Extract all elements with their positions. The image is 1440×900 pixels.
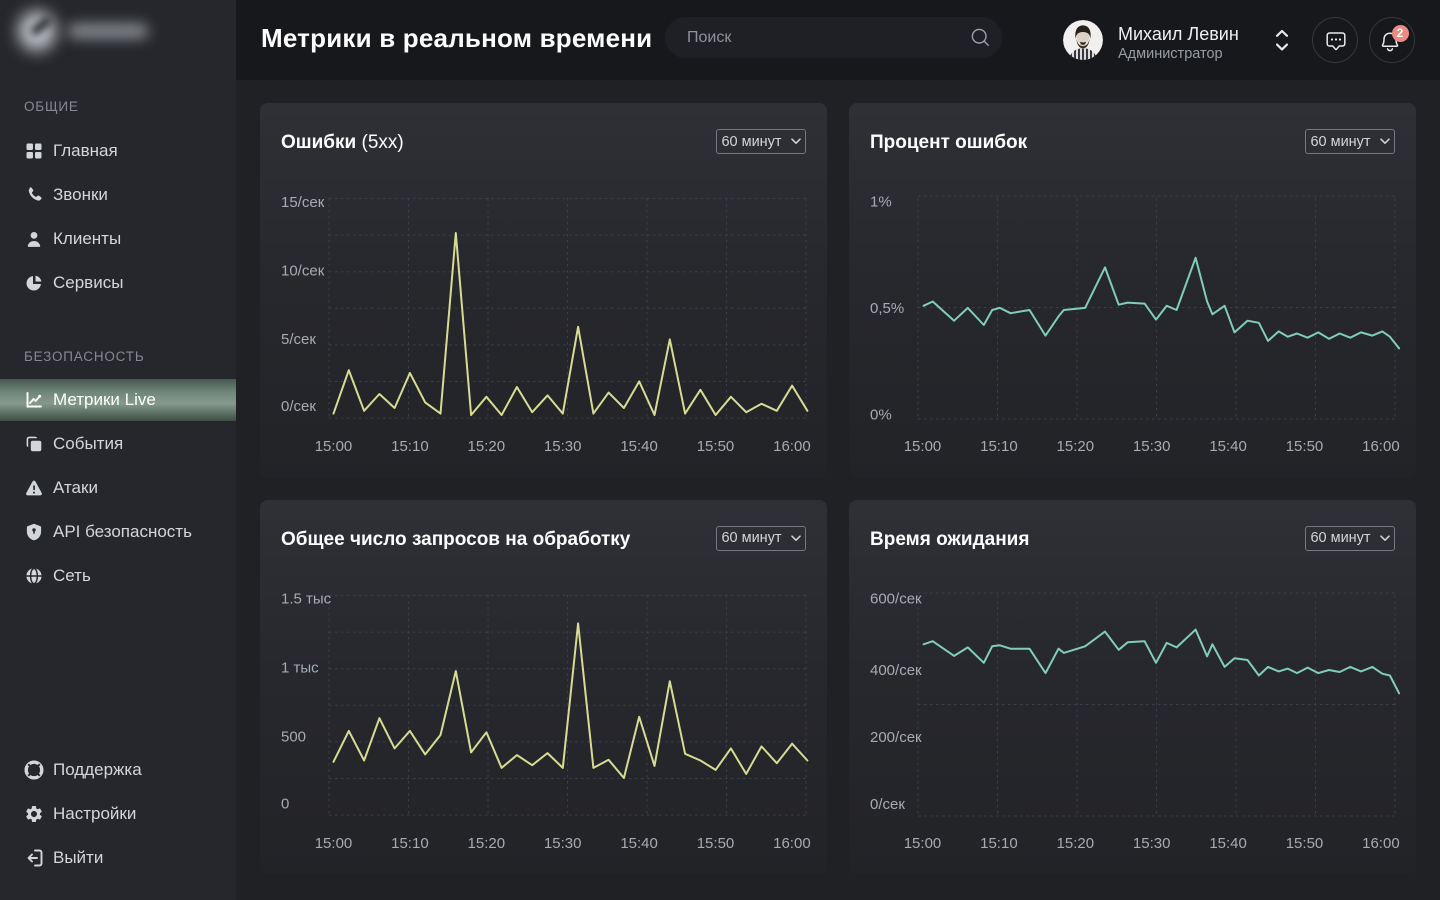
svg-text:600/сек: 600/сек xyxy=(870,590,922,607)
svg-text:15:50: 15:50 xyxy=(1286,835,1324,852)
svg-text:15:30: 15:30 xyxy=(1133,835,1171,852)
svg-text:15/сек: 15/сек xyxy=(281,194,325,211)
svg-text:15:10: 15:10 xyxy=(391,835,429,852)
svg-text:15:50: 15:50 xyxy=(697,438,735,455)
svg-text:15:20: 15:20 xyxy=(1057,438,1095,455)
svg-text:15:40: 15:40 xyxy=(620,835,658,852)
svg-text:15:10: 15:10 xyxy=(980,438,1018,455)
svg-text:15:50: 15:50 xyxy=(697,835,735,852)
svg-text:15:20: 15:20 xyxy=(468,835,506,852)
svg-text:16:00: 16:00 xyxy=(1362,438,1400,455)
svg-text:15:00: 15:00 xyxy=(904,438,942,455)
svg-text:15:10: 15:10 xyxy=(980,835,1018,852)
svg-text:15:30: 15:30 xyxy=(1133,438,1171,455)
svg-text:16:00: 16:00 xyxy=(773,438,811,455)
svg-text:15:30: 15:30 xyxy=(544,438,582,455)
svg-text:16:00: 16:00 xyxy=(773,835,811,852)
svg-text:500: 500 xyxy=(281,728,306,745)
svg-text:15:50: 15:50 xyxy=(1286,438,1324,455)
svg-text:15:40: 15:40 xyxy=(620,438,658,455)
svg-text:0/сек: 0/сек xyxy=(870,795,905,812)
svg-text:15:00: 15:00 xyxy=(904,835,942,852)
svg-text:15:40: 15:40 xyxy=(1209,835,1247,852)
svg-text:1%: 1% xyxy=(870,193,892,210)
svg-text:0/сек: 0/сек xyxy=(281,398,316,415)
svg-text:15:00: 15:00 xyxy=(315,835,353,852)
svg-text:1.5 тыс: 1.5 тыс xyxy=(281,590,332,607)
svg-text:0%: 0% xyxy=(870,407,892,424)
svg-text:15:40: 15:40 xyxy=(1209,438,1247,455)
svg-text:0,5%: 0,5% xyxy=(870,300,904,317)
svg-text:15:30: 15:30 xyxy=(544,835,582,852)
svg-text:15:10: 15:10 xyxy=(391,438,429,455)
svg-text:10/сек: 10/сек xyxy=(281,262,325,279)
svg-text:15:20: 15:20 xyxy=(1057,835,1095,852)
svg-text:200/сек: 200/сек xyxy=(870,729,922,746)
svg-text:1 тыс: 1 тыс xyxy=(281,659,319,676)
svg-text:15:00: 15:00 xyxy=(315,438,353,455)
svg-text:400/сек: 400/сек xyxy=(870,661,922,678)
svg-text:16:00: 16:00 xyxy=(1362,835,1400,852)
svg-text:15:20: 15:20 xyxy=(468,438,506,455)
svg-text:5/сек: 5/сек xyxy=(281,331,316,348)
svg-text:0: 0 xyxy=(281,795,289,812)
